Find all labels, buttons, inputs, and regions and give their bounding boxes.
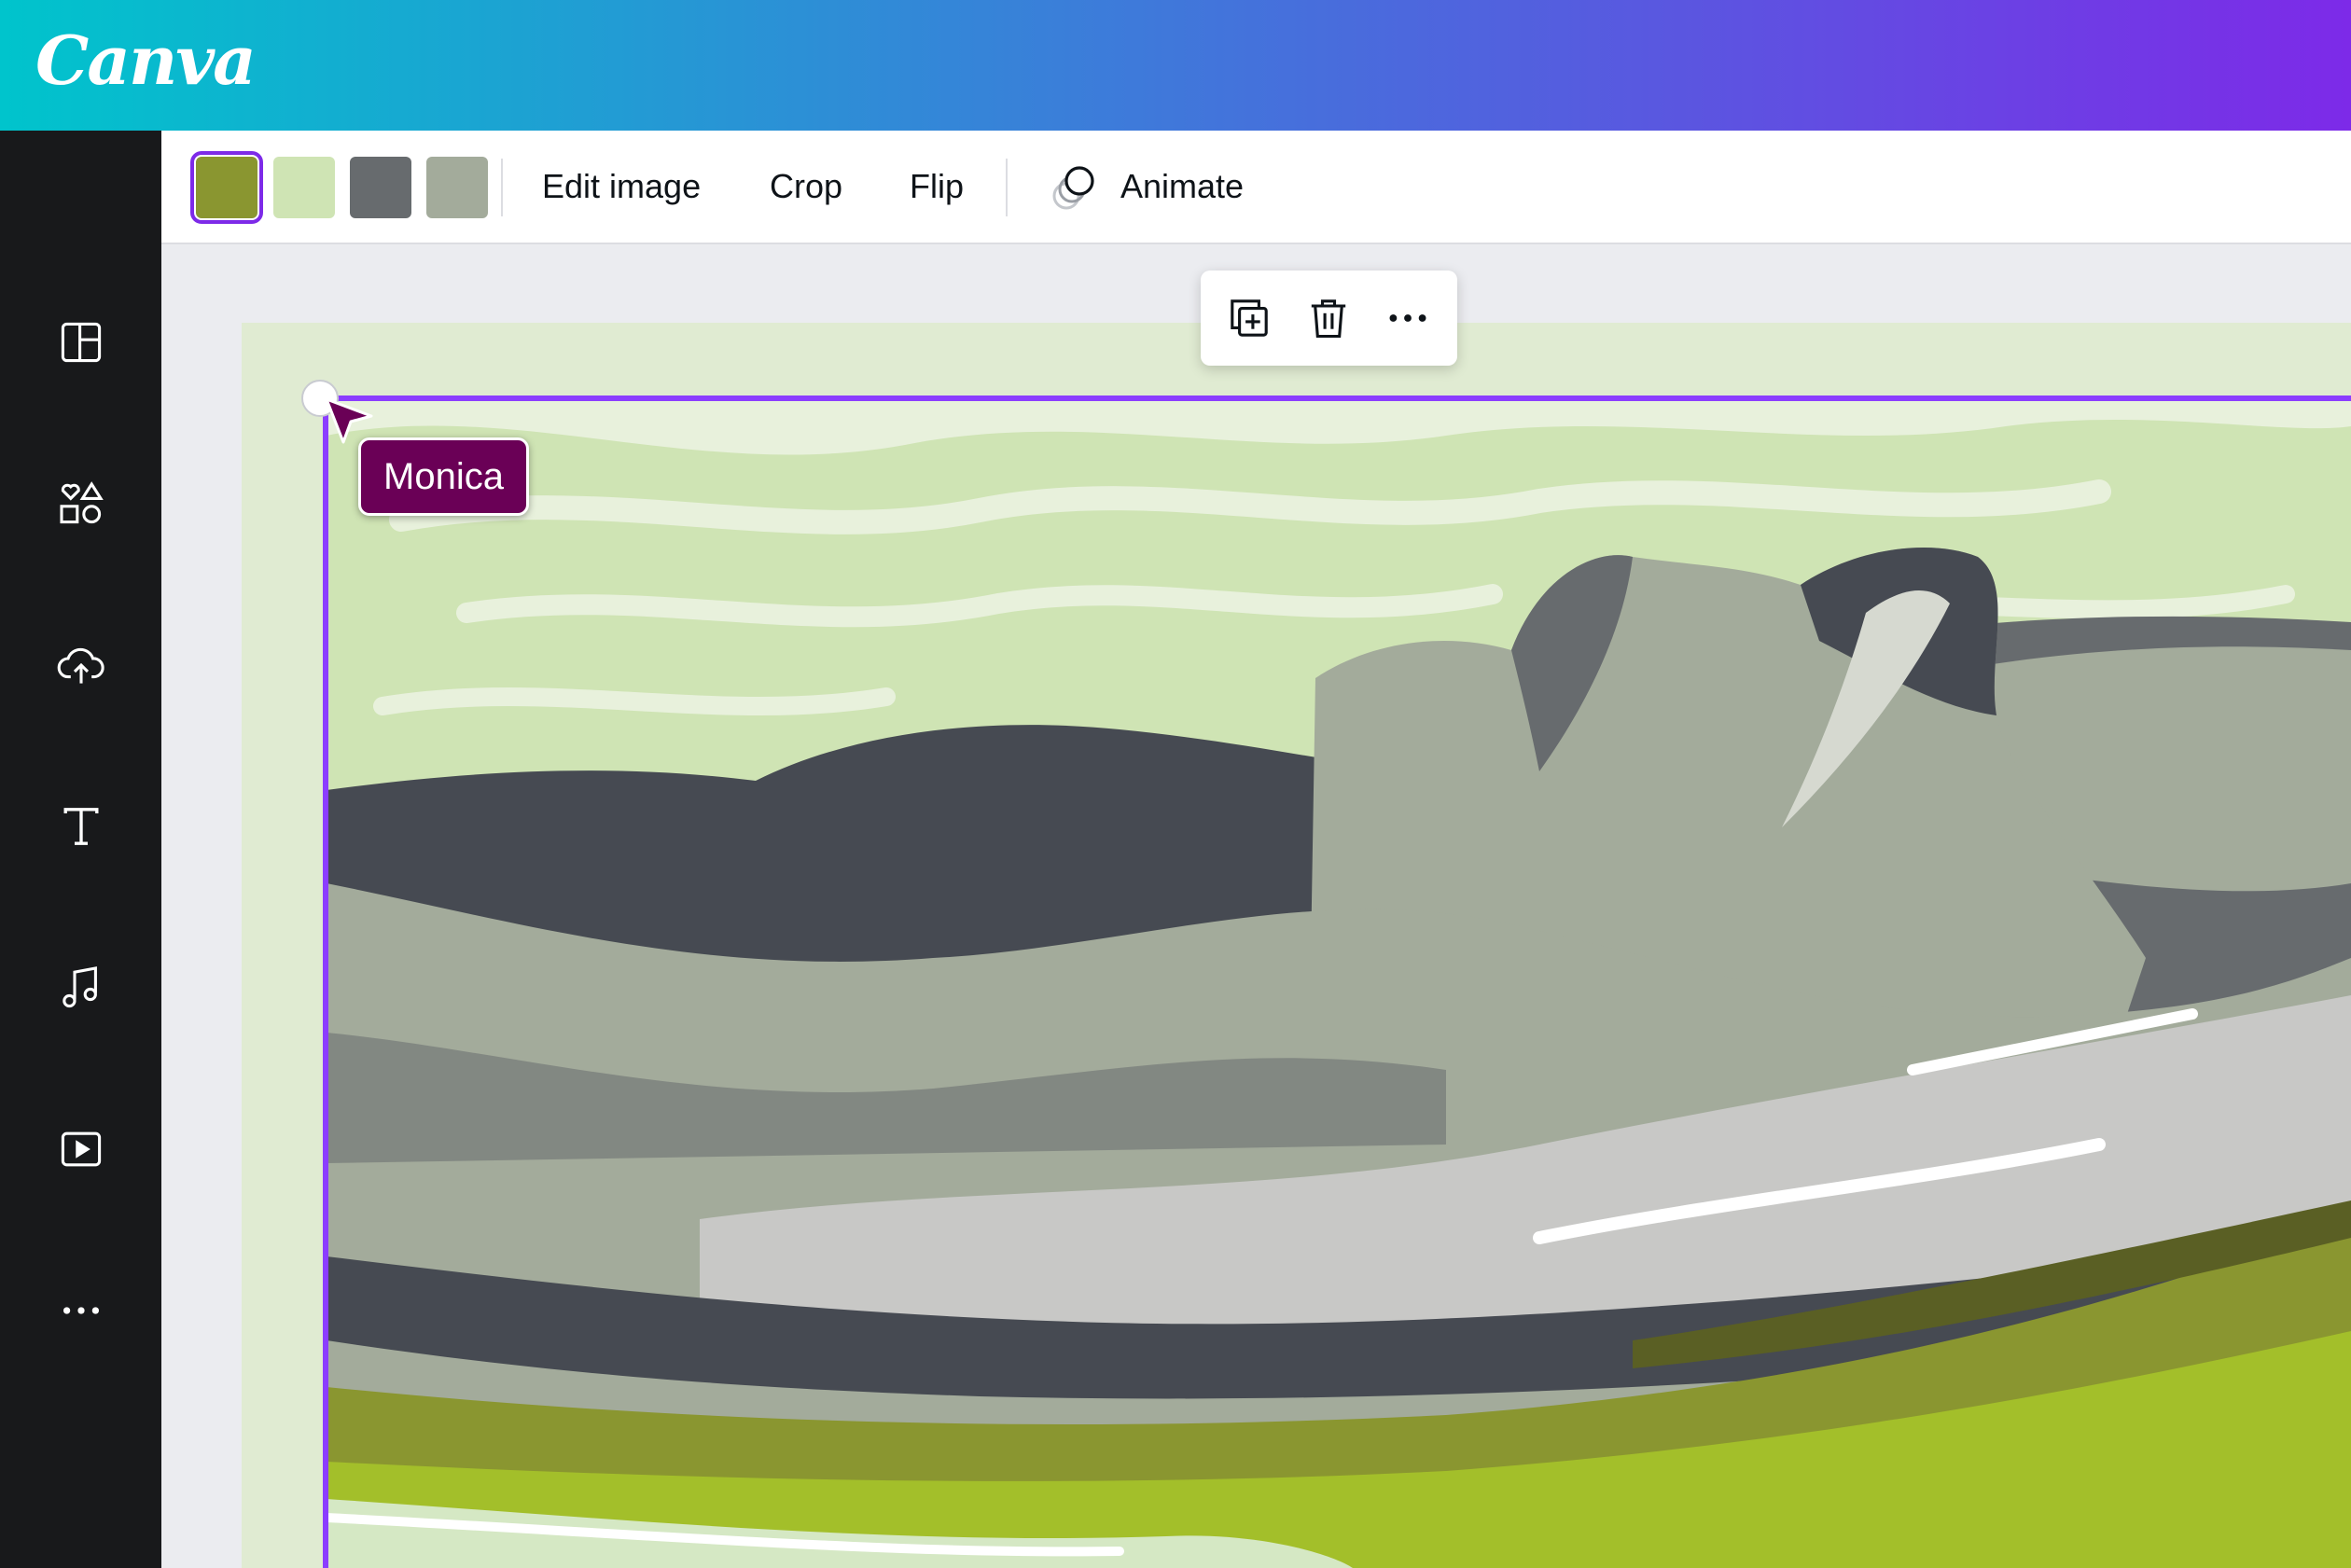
text-icon[interactable] (47, 792, 116, 861)
floating-element-toolbar (1201, 271, 1457, 366)
toolbar-divider (501, 159, 503, 216)
mountain-illustration (327, 398, 2351, 1568)
color-swatch-1[interactable] (190, 151, 263, 224)
upload-cloud-icon[interactable] (47, 631, 116, 700)
app-header: Canva (0, 0, 2351, 131)
selection-border-top (323, 395, 2351, 401)
canva-logo[interactable]: Canva (35, 21, 257, 100)
selected-image[interactable] (327, 398, 2351, 1568)
elements-icon[interactable] (47, 469, 116, 538)
edit-image-button[interactable]: Edit image (542, 131, 701, 243)
collaborator-name-tag: Monica (358, 437, 529, 516)
layout-icon[interactable] (47, 308, 116, 377)
context-toolbar: Edit image Crop Flip Animate (161, 131, 2351, 244)
trash-icon[interactable] (1299, 288, 1358, 348)
more-options-icon[interactable] (1378, 288, 1438, 348)
toolbar-divider (1006, 159, 1008, 216)
animate-button[interactable]: Animate (1048, 131, 1244, 243)
duplicate-icon[interactable] (1219, 288, 1279, 348)
color-swatch-3[interactable] (350, 157, 411, 218)
animate-icon (1052, 166, 1094, 210)
left-sidebar (0, 131, 161, 1568)
crop-button[interactable]: Crop (770, 131, 842, 243)
music-icon[interactable] (47, 953, 116, 1022)
color-swatch-2[interactable] (273, 157, 335, 218)
video-icon[interactable] (47, 1115, 116, 1184)
flip-button[interactable]: Flip (910, 131, 964, 243)
color-swatch-4[interactable] (426, 157, 488, 218)
selection-border-left (323, 395, 328, 1568)
more-icon[interactable] (47, 1276, 116, 1345)
animate-label: Animate (1120, 167, 1245, 205)
